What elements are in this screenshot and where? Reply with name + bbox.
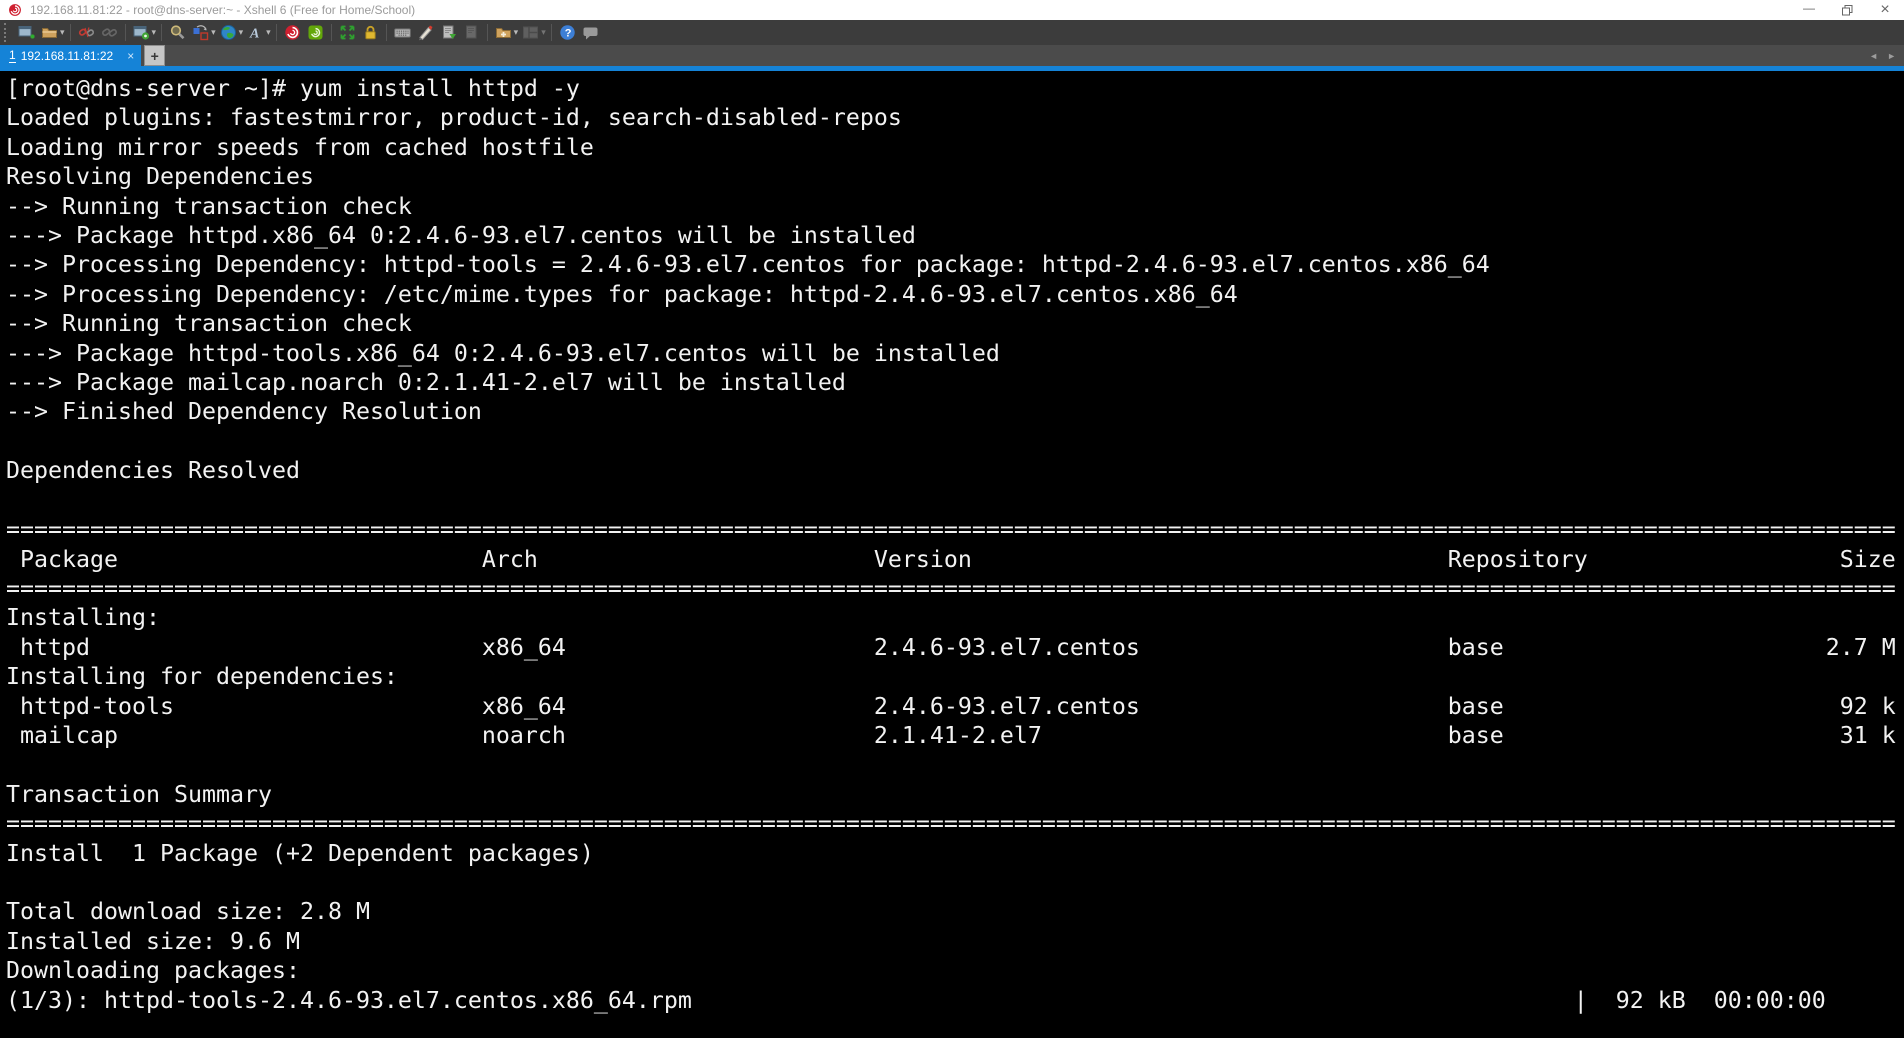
window-controls: — ×: [1790, 0, 1904, 20]
tabbar: 1 192.168.11.81:22 × + ◄ ►: [0, 45, 1904, 66]
open-folder-icon: [42, 28, 57, 38]
session-tab[interactable]: 1 192.168.11.81:22 ×: [0, 45, 142, 66]
toolbar-separator: [69, 24, 71, 41]
search-icon: [170, 25, 185, 40]
logging-start-button[interactable]: [439, 23, 458, 42]
session-properties-button[interactable]: [132, 23, 151, 42]
xshell-logo-icon: [9, 4, 21, 16]
compose-icon: [193, 25, 209, 41]
minimize-button[interactable]: —: [1790, 0, 1828, 18]
broken-chain-icon: [78, 27, 94, 38]
titlebar: 192.168.11.81:22 - root@dns-server:~ - X…: [0, 0, 1904, 20]
new-folder-dropdown[interactable]: ▾: [514, 27, 519, 38]
compose-button[interactable]: [191, 23, 210, 42]
xftp-button[interactable]: [306, 23, 325, 42]
session-properties-dropdown[interactable]: ▾: [152, 27, 157, 38]
lock-icon: [364, 25, 376, 40]
svg-text:A: A: [249, 27, 259, 42]
chain-icon: [101, 28, 117, 37]
terminal-screen[interactable]: [root@dns-server ~]# yum install httpd -…: [0, 71, 1904, 1038]
disconnect-button[interactable]: [77, 23, 96, 42]
toolbar-separator: [550, 24, 552, 41]
lock-screen-button[interactable]: [361, 23, 380, 42]
open-session-dropdown[interactable]: ▾: [60, 27, 65, 38]
encoding-dropdown[interactable]: ▾: [239, 27, 244, 38]
toolbar-separator: [161, 24, 163, 41]
new-folder-button[interactable]: [494, 23, 513, 42]
virtual-keyboard-button[interactable]: [393, 23, 412, 42]
help-button[interactable]: ?: [558, 23, 577, 42]
keyboard-icon: [393, 28, 411, 38]
compose-dropdown[interactable]: ▾: [211, 27, 216, 38]
toolbar: ▾ ▾ ▾ ▾ A ▾ ▾ ▾ ?: [0, 20, 1904, 45]
new-tab-button[interactable]: +: [144, 45, 166, 66]
font-dropdown[interactable]: ▾: [266, 27, 271, 38]
terminal-output[interactable]: [root@dns-server ~]# yum install httpd -…: [0, 71, 1904, 1015]
tab-scroll-left-icon[interactable]: ◄: [1869, 51, 1878, 61]
xshell-icon: [284, 25, 300, 40]
tab-scroll-right-icon[interactable]: ►: [1887, 51, 1896, 61]
restore-button[interactable]: [1828, 0, 1866, 20]
layout-icon: [523, 26, 539, 39]
restore-icon: [1841, 4, 1852, 15]
font-icon: A: [249, 27, 259, 42]
feedback-button[interactable]: [581, 23, 600, 42]
log-scroll-stop-icon: [465, 25, 477, 39]
folder-plus-icon: [495, 28, 511, 38]
encoding-button[interactable]: [219, 23, 238, 42]
fullscreen-icon: [340, 25, 355, 40]
fullscreen-button[interactable]: [338, 23, 357, 42]
toolbar-separator: [275, 24, 277, 41]
new-session-button[interactable]: [17, 23, 36, 42]
globe-icon: [220, 25, 236, 40]
toolbar-separator: [486, 24, 488, 41]
open-session-button[interactable]: [40, 23, 59, 42]
tab-close-icon[interactable]: ×: [113, 49, 134, 63]
speech-bubble-icon: [583, 27, 598, 40]
help-icon: ?: [560, 25, 575, 40]
toolbar-separator: [124, 24, 126, 41]
svg-text:?: ?: [565, 28, 572, 40]
xshell-window: 192.168.11.81:22 - root@dns-server:~ - X…: [0, 0, 1904, 1038]
toolbar-separator: [385, 24, 387, 41]
close-button[interactable]: ×: [1866, 0, 1904, 20]
tab-label: 192.168.11.81:22: [20, 48, 114, 63]
reconnect-button[interactable]: [100, 23, 119, 42]
highlight-button[interactable]: [416, 23, 435, 42]
new-session-icon: [18, 26, 35, 39]
layout-button[interactable]: [521, 23, 540, 42]
logging-stop-button[interactable]: [462, 23, 481, 42]
tab-index: 1: [9, 48, 16, 63]
layout-dropdown[interactable]: ▾: [541, 27, 546, 38]
xftp-icon: [308, 25, 323, 40]
xshell-button[interactable]: [283, 23, 302, 42]
toolbar-separator: [330, 24, 332, 41]
log-scroll-icon: [442, 25, 456, 39]
highlight-pen-icon: [418, 25, 433, 41]
window-title: 192.168.11.81:22 - root@dns-server:~ - X…: [30, 3, 416, 17]
tab-scrollers: ◄ ►: [1869, 45, 1904, 66]
font-button[interactable]: A: [246, 23, 265, 42]
find-button[interactable]: [168, 23, 187, 42]
toolbar-grip[interactable]: [4, 23, 9, 42]
window-gear-icon: [133, 26, 149, 40]
